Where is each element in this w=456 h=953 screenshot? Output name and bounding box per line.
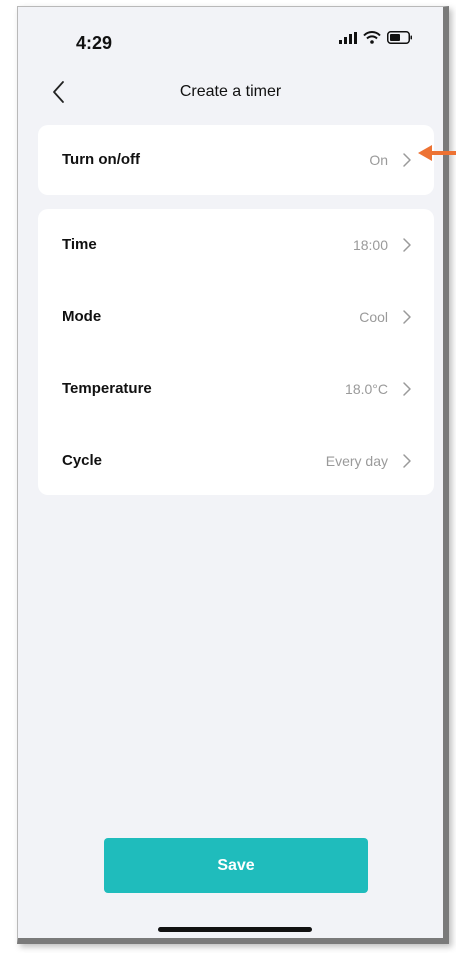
chevron-right-icon <box>403 238 411 252</box>
cycle-value: Every day <box>325 453 388 469</box>
settings-card: Time 18:00 Mode Cool Temperature 18.0°C … <box>38 209 434 495</box>
chevron-right-icon <box>403 310 411 324</box>
navigation-bar: Create a timer <box>18 71 443 115</box>
cycle-label: Cycle <box>62 452 103 469</box>
status-time: 4:29 <box>76 33 113 53</box>
battery-icon <box>387 31 412 44</box>
phone-screen: 4:29 Create a timer Turn on/off On Time … <box>17 6 449 944</box>
chevron-right-icon <box>403 153 411 167</box>
page-title: Create a timer <box>179 83 282 100</box>
power-card: Turn on/off On <box>38 125 434 195</box>
temperature-label: Temperature <box>62 380 152 397</box>
home-indicator[interactable] <box>158 927 312 932</box>
temperature-value: 18.0°C <box>345 381 388 397</box>
chevron-right-icon <box>403 382 411 396</box>
time-value: 18:00 <box>352 237 388 253</box>
turn-on-off-row[interactable]: Turn on/off On <box>38 125 434 195</box>
cycle-row[interactable]: Cycle Every day <box>38 425 434 497</box>
annotation-arrow-icon <box>418 145 456 161</box>
time-label: Time <box>62 236 97 253</box>
status-icons <box>339 31 413 44</box>
time-row[interactable]: Time 18:00 <box>38 209 434 281</box>
wifi-icon <box>363 31 381 44</box>
status-bar: 4:29 <box>18 7 443 67</box>
turn-on-off-label: Turn on/off <box>62 151 141 168</box>
save-button[interactable]: Save <box>104 838 368 893</box>
mode-label: Mode <box>62 308 102 325</box>
temperature-row[interactable]: Temperature 18.0°C <box>38 353 434 425</box>
mode-value: Cool <box>359 309 388 325</box>
mode-row[interactable]: Mode Cool <box>38 281 434 353</box>
signal-icon <box>339 31 357 44</box>
chevron-right-icon <box>403 454 411 468</box>
turn-on-off-value: On <box>369 152 388 168</box>
